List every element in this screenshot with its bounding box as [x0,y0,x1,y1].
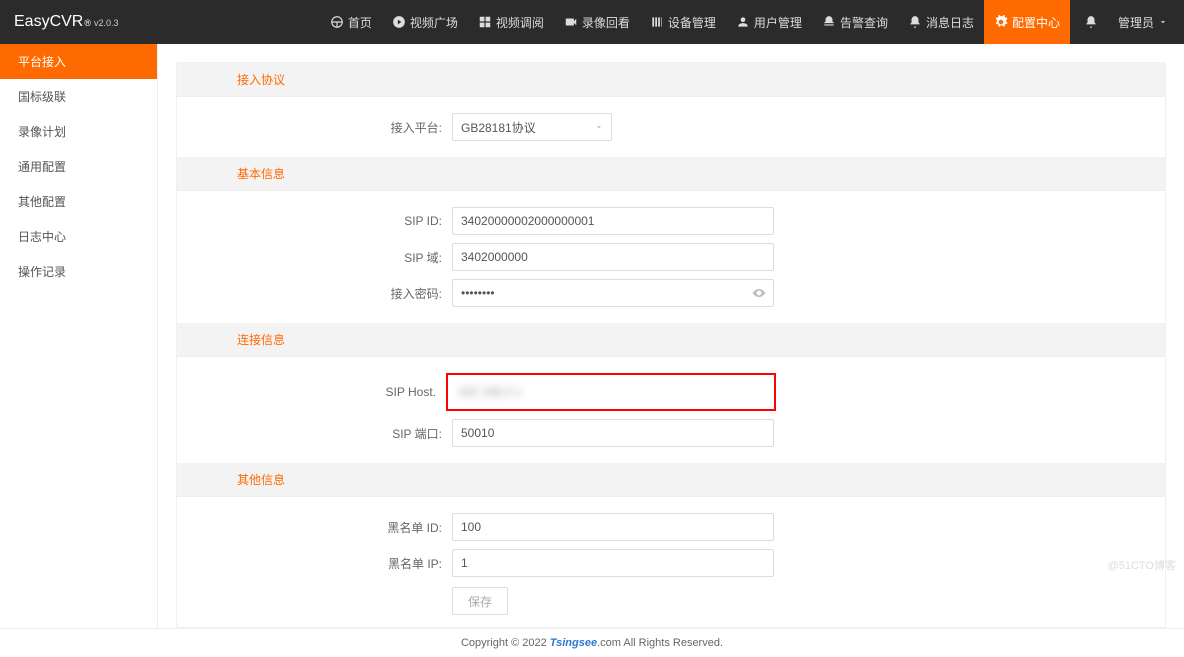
row-sip-host: SIP Host. 192 168 0 1 [177,369,1165,415]
nav-label: 录像回看 [582,14,630,31]
camera-icon [564,15,578,29]
platform-label: 接入平台: [177,119,452,136]
nav-playback[interactable]: 录像回看 [554,0,640,44]
row-sip-realm: SIP 域: [177,239,1165,275]
alarm-icon [822,15,836,29]
section-basic-title: 基本信息 [177,157,1165,191]
sip-host-highlight: 192 168 0 1 [446,373,776,411]
copyright-suffix: .com All Rights Reserved. [597,637,723,649]
sip-port-label: SIP 端口: [177,425,452,442]
row-platform: 接入平台: GB28181协议 [177,109,1165,145]
nav-label: 用户管理 [754,14,802,31]
nav-label: 视频调阅 [496,14,544,31]
nav-alarm-query[interactable]: 告警查询 [812,0,898,44]
watermark: @51CTO博客 [1108,557,1176,573]
nav-label: 告警查询 [840,14,888,31]
nav-device-mgmt[interactable]: 设备管理 [640,0,726,44]
sip-port-input[interactable] [452,419,774,447]
section-basic-body: SIP ID: SIP 域: 接入密码: [177,191,1165,323]
section-connect-title: 连接信息 [177,323,1165,357]
row-blacklist-id: 黑名单 ID: [177,509,1165,545]
nav-video-square[interactable]: 视频广场 [382,0,468,44]
row-blacklist-ip: 黑名单 IP: [177,545,1165,581]
sidebar-item-op-record[interactable]: 操作记录 [0,254,157,289]
row-sip-port: SIP 端口: [177,415,1165,451]
row-password: 接入密码: [177,275,1165,311]
brand-logo: EasyCVR® v2.0.3 [14,13,119,31]
sidebar-item-record-plan[interactable]: 录像计划 [0,114,157,149]
password-input[interactable] [452,279,774,307]
bars-icon [650,15,664,29]
copyright-prefix: Copyright © 2022 [461,637,550,649]
blacklist-id-label: 黑名单 ID: [177,519,452,536]
sip-host-label: SIP Host. [177,385,446,399]
brand-reg: ® [84,18,91,28]
brand-name: EasyCVR [14,13,83,31]
section-other-title: 其他信息 [177,463,1165,497]
save-button[interactable]: 保存 [452,587,508,615]
top-header: EasyCVR® v2.0.3 首页 视频广场 视频调阅 录像回看 设备管理 用… [0,0,1184,44]
nav-label: 视频广场 [410,14,458,31]
chevron-down-icon [594,122,604,132]
grid-icon [478,15,492,29]
sip-host-value[interactable]: 192 168 0 1 [454,385,521,399]
section-connect-body: SIP Host. 192 168 0 1 SIP 端口: [177,357,1165,463]
sidebar-item-platform-access[interactable]: 平台接入 [0,44,157,79]
chevron-down-icon [1158,17,1168,27]
row-sip-id: SIP ID: [177,203,1165,239]
platform-value: GB28181协议 [452,113,612,141]
platform-select[interactable]: GB28181协议 [452,113,612,141]
nav-config-center[interactable]: 配置中心 [984,0,1070,44]
sip-id-label: SIP ID: [177,214,452,228]
eye-icon[interactable] [752,286,766,300]
dashboard-icon [330,15,344,29]
notifications-button[interactable] [1070,0,1112,44]
sidebar-item-gb-cascade[interactable]: 国标级联 [0,79,157,114]
password-label: 接入密码: [177,285,452,302]
blacklist-ip-label: 黑名单 IP: [177,555,452,572]
brand-version: v2.0.3 [94,18,119,28]
admin-label: 管理员 [1118,14,1154,31]
section-other-body: 黑名单 ID: 黑名单 IP: 保存 [177,497,1165,627]
layout: 平台接入 国标级联 录像计划 通用配置 其他配置 日志中心 操作记录 接入协议 … [0,44,1184,628]
admin-menu[interactable]: 管理员 [1112,0,1184,44]
user-icon [736,15,750,29]
blacklist-id-input[interactable] [452,513,774,541]
section-protocol-body: 接入平台: GB28181协议 [177,97,1165,157]
play-icon [392,15,406,29]
section-protocol-title: 接入协议 [177,63,1165,97]
top-nav: 首页 视频广场 视频调阅 录像回看 设备管理 用户管理 告警查询 消息日志 配置… [320,0,1184,44]
nav-msg-log[interactable]: 消息日志 [898,0,984,44]
sidebar: 平台接入 国标级联 录像计划 通用配置 其他配置 日志中心 操作记录 [0,44,158,628]
nav-label: 首页 [348,14,372,31]
nav-label: 设备管理 [668,14,716,31]
nav-label: 配置中心 [1012,14,1060,31]
nav-video-preview[interactable]: 视频调阅 [468,0,554,44]
blacklist-ip-input[interactable] [452,549,774,577]
gear-icon [994,15,1008,29]
nav-user-mgmt[interactable]: 用户管理 [726,0,812,44]
config-panel: 接入协议 接入平台: GB28181协议 基本信息 SIP ID: SIP 域 [176,62,1166,628]
sidebar-item-log-center[interactable]: 日志中心 [0,219,157,254]
sip-realm-input[interactable] [452,243,774,271]
main-content: 接入协议 接入平台: GB28181协议 基本信息 SIP ID: SIP 域 [158,44,1184,628]
footer-brand: Tsingsee [550,637,597,649]
bell-icon [908,15,922,29]
nav-label: 消息日志 [926,14,974,31]
nav-home[interactable]: 首页 [320,0,382,44]
sidebar-item-general-config[interactable]: 通用配置 [0,149,157,184]
sip-realm-label: SIP 域: [177,249,452,266]
sidebar-item-other-config[interactable]: 其他配置 [0,184,157,219]
sip-id-input[interactable] [452,207,774,235]
footer: Copyright © 2022 Tsingsee.com All Rights… [0,628,1184,657]
